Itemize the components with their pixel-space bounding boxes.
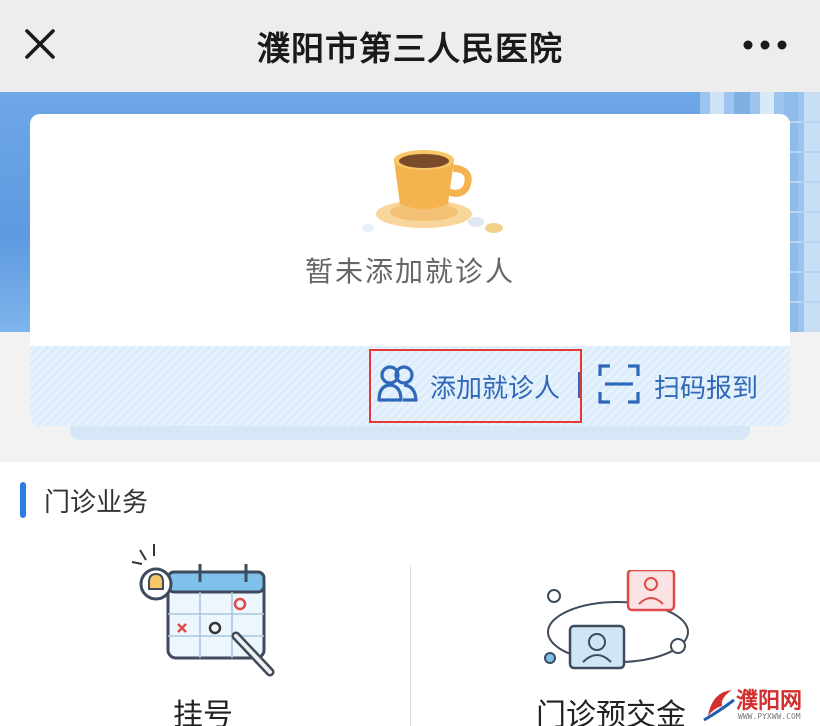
service-register-label[interactable]: 挂号 [173, 690, 233, 726]
calendar-register-icon[interactable] [128, 542, 278, 682]
outpatient-prepay-icon[interactable] [538, 570, 698, 690]
watermark-url: WWW.PYXWW.COM [738, 712, 801, 721]
outpatient-services-section: 门诊业务 挂号 门诊预交金 [0, 462, 820, 726]
site-watermark: 濮阳网 WWW.PYXWW.COM [702, 684, 820, 726]
service-divider [410, 566, 411, 726]
section-accent-bar [20, 482, 26, 518]
more-horizontal-icon[interactable] [740, 30, 790, 60]
service-prepay-label[interactable]: 门诊预交金 [536, 690, 686, 726]
empty-patient-message: 暂未添加就诊人 [304, 255, 515, 288]
scan-icon [598, 364, 640, 404]
scan-checkin-label: 扫码报到 [654, 374, 759, 404]
coffee-cup-icon [362, 150, 503, 233]
watermark-text: 濮阳网 [736, 689, 803, 714]
section-title: 门诊业务 [44, 488, 149, 518]
scan-checkin-button[interactable]: 扫码报到 [596, 358, 776, 412]
watermark-logo [703, 690, 735, 722]
page-title: 濮阳市第三人民医院 [257, 29, 563, 68]
highlight-annotation-box [369, 349, 582, 423]
title-bar: 濮阳市第三人民医院 [0, 0, 820, 92]
